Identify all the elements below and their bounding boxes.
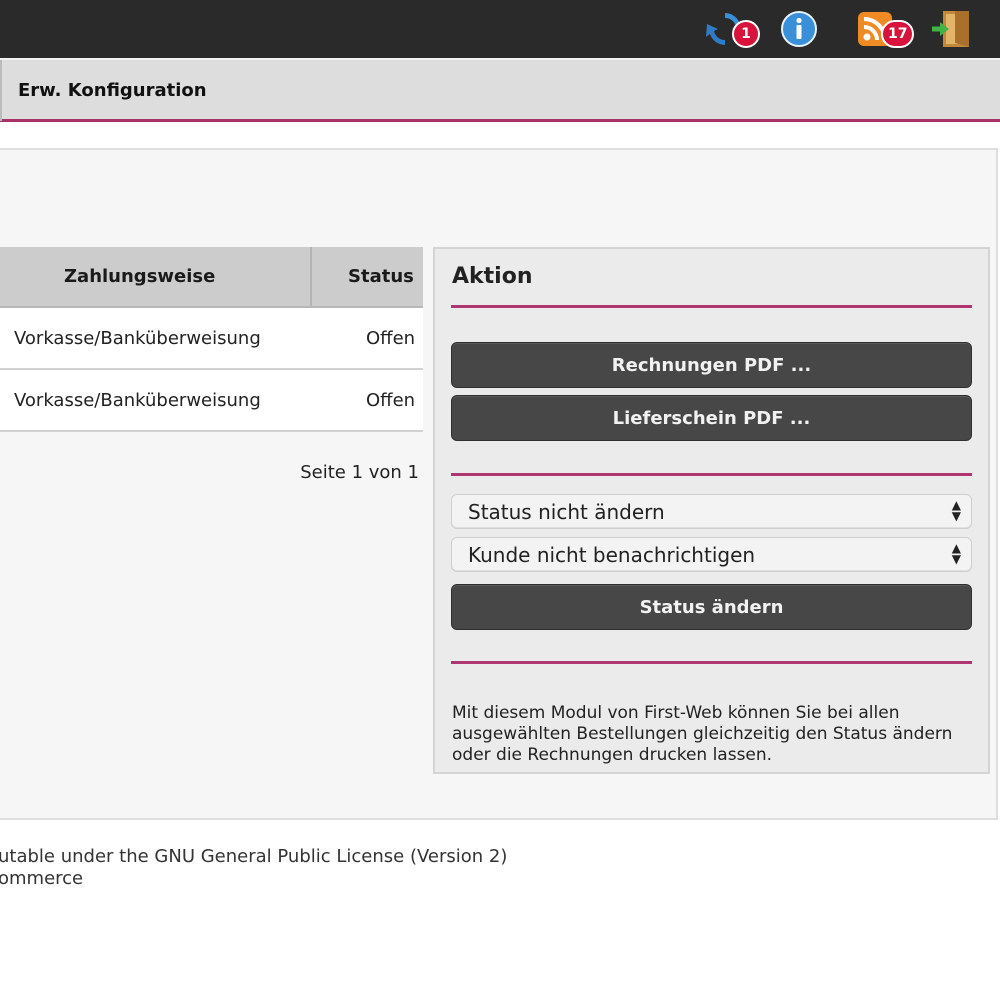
action-title: Aktion <box>452 264 533 289</box>
menu-bar: Erw. Konfiguration <box>0 58 1000 122</box>
column-header-zahlungsweise[interactable]: Zahlungsweise <box>64 247 215 306</box>
menu-item-erw-konfiguration[interactable]: Erw. Konfiguration <box>0 60 223 121</box>
table-row[interactable]: Vorkasse/Banküberweisung Offen <box>0 370 423 432</box>
top-bar: 1 17 <box>0 0 1000 58</box>
rss-button[interactable]: 17 <box>855 0 915 58</box>
divider <box>451 305 972 308</box>
table-header: Zahlungsweise Status <box>0 247 423 308</box>
column-header-status[interactable]: Status <box>348 247 414 306</box>
pagination-text: Seite 1 von 1 <box>300 462 419 483</box>
logout-icon <box>932 11 969 47</box>
rss-badge: 17 <box>881 20 915 48</box>
info-icon <box>781 11 817 47</box>
sync-button[interactable]: 1 <box>700 0 760 58</box>
notify-select-value: Kunde nicht benachrichtigen <box>468 542 756 567</box>
select-arrows-icon: ▲ ▼ <box>951 498 961 523</box>
table-row[interactable]: Vorkasse/Banküberweisung Offen <box>0 308 423 370</box>
delivery-note-pdf-button[interactable]: Lieferschein PDF ... <box>451 395 972 441</box>
payment-cell: Vorkasse/Banküberweisung <box>14 327 261 349</box>
notify-customer-select[interactable]: Kunde nicht benachrichtigen ▲ ▼ <box>451 537 972 572</box>
change-status-button[interactable]: Status ändern <box>451 584 972 630</box>
status-select[interactable]: Status nicht ändern ▲ ▼ <box>451 494 972 529</box>
status-select-value: Status nicht ändern <box>468 499 665 524</box>
footer-license-line: utable under the GNU General Public Lice… <box>0 846 508 867</box>
logout-button[interactable] <box>928 0 972 58</box>
payment-cell: Vorkasse/Banküberweisung <box>14 389 261 411</box>
select-arrows-icon: ▲ ▼ <box>951 541 961 566</box>
footer-text: utable under the GNU General Public Lice… <box>0 846 507 890</box>
footer-commerce-line: ommerce <box>0 868 84 889</box>
status-cell: Offen <box>366 389 416 411</box>
divider <box>451 661 972 664</box>
module-info-text: Mit diesem Modul von First-Web können Si… <box>452 703 953 765</box>
column-divider <box>310 247 312 306</box>
invoice-pdf-button[interactable]: Rechnungen PDF ... <box>451 342 972 388</box>
sync-badge: 1 <box>732 20 760 48</box>
status-cell: Offen <box>366 327 416 349</box>
info-button[interactable] <box>779 0 819 58</box>
divider <box>451 473 972 476</box>
